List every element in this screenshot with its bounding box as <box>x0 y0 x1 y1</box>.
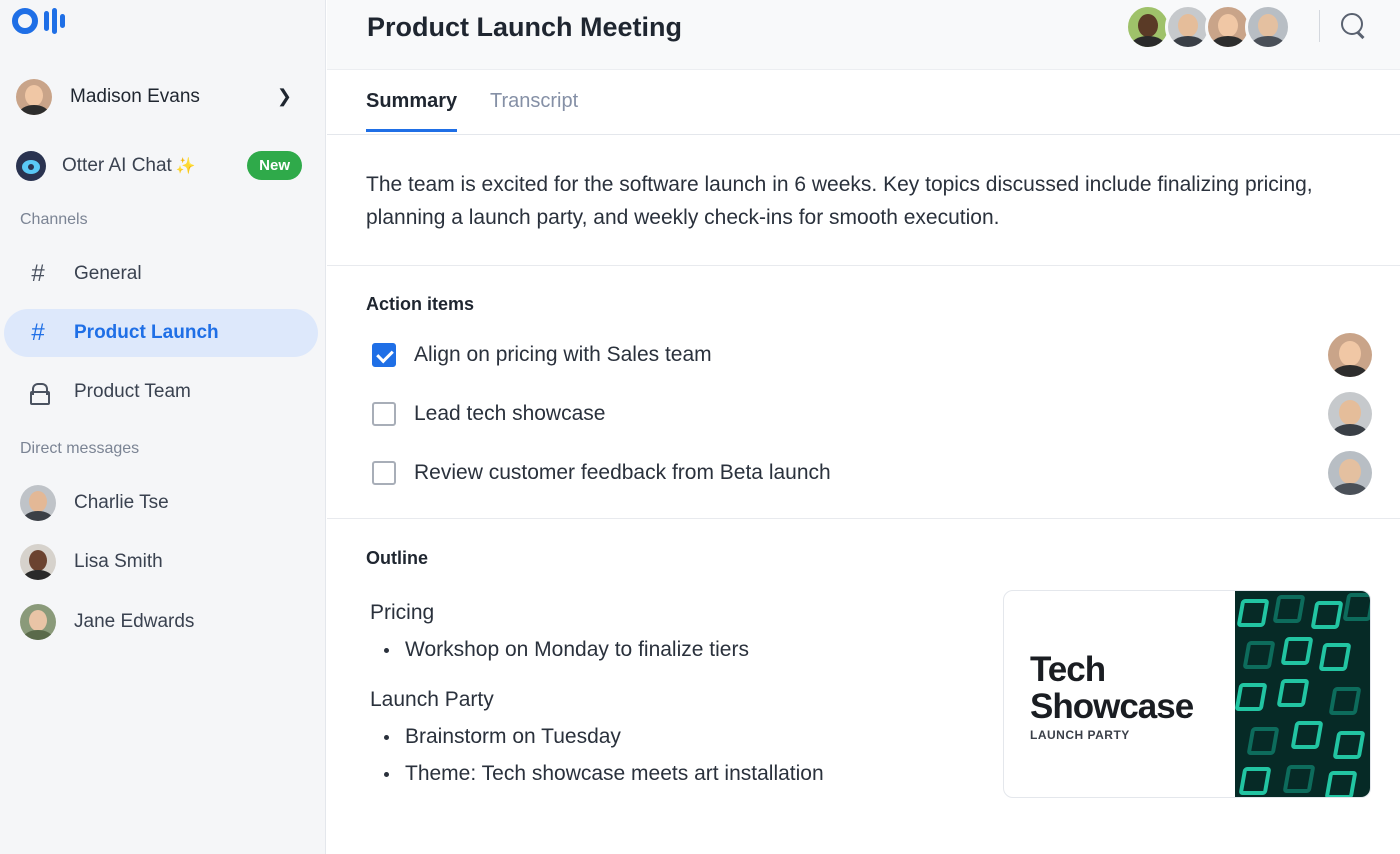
hash-icon: # <box>31 319 45 346</box>
participants[interactable] <box>1125 4 1291 50</box>
otter-logo-icon[interactable] <box>12 8 65 34</box>
tech-showcase-card[interactable]: Tech Showcase LAUNCH PARTY <box>1003 590 1371 798</box>
avatar <box>20 604 56 640</box>
dm-jane-edwards[interactable]: Jane Edwards <box>20 602 310 642</box>
outline-bullet: Brainstorm on Tuesday <box>384 725 621 749</box>
channel-general[interactable]: # General <box>4 250 318 298</box>
new-badge: New <box>247 151 302 180</box>
outline-heading: Launch Party <box>370 688 494 711</box>
tab-summary[interactable]: Summary <box>366 90 458 132</box>
otter-chat-label: Otter AI Chat <box>62 155 172 176</box>
user-profile[interactable]: Madison Evans ❯ <box>16 78 306 116</box>
outline-bullet-text: Theme: Tech showcase meets art installat… <box>405 762 824 785</box>
assignee-avatar[interactable] <box>1328 392 1372 436</box>
assignee-avatar[interactable] <box>1328 451 1372 495</box>
assignee-avatar[interactable] <box>1328 333 1372 377</box>
outline-bullet: Workshop on Monday to finalize tiers <box>384 638 749 662</box>
action-item: Align on pricing with Sales team <box>372 333 1372 377</box>
action-item: Review customer feedback from Beta launc… <box>372 451 1372 495</box>
channel-product-team[interactable]: Product Team <box>4 368 318 416</box>
dm-lisa-smith[interactable]: Lisa Smith <box>20 542 310 582</box>
action-item: Lead tech showcase <box>372 392 1372 436</box>
outline-heading: Pricing <box>370 601 435 624</box>
sparkle-icon: ✨ <box>175 158 196 175</box>
avatar <box>20 485 56 521</box>
card-subtitle: LAUNCH PARTY <box>1030 728 1130 742</box>
card-artwork <box>1235 591 1370 797</box>
tab-bar: Summary Transcript <box>327 70 1400 135</box>
checkbox[interactable] <box>372 461 396 485</box>
divider <box>1319 10 1320 42</box>
avatar <box>20 544 56 580</box>
user-name: Madison Evans <box>70 86 200 107</box>
summary-text: The team is excited for the software lau… <box>366 173 1313 229</box>
action-item-label: Review customer feedback from Beta launc… <box>414 461 831 484</box>
page-title: Product Launch Meeting <box>367 12 683 42</box>
outline-bullet: Theme: Tech showcase meets art installat… <box>384 762 824 786</box>
tab-transcript[interactable]: Transcript <box>490 90 578 129</box>
sidebar: Madison Evans ❯ Otter AI Chat ✨ New Chan… <box>0 0 326 854</box>
participant-avatar[interactable] <box>1245 4 1291 50</box>
otter-chat-icon <box>16 151 46 181</box>
channel-label: Product Launch <box>74 322 219 343</box>
channel-label: General <box>74 263 142 284</box>
dm-charlie-tse[interactable]: Charlie Tse <box>20 483 310 523</box>
chevron-right-icon[interactable]: ❯ <box>277 86 292 107</box>
user-avatar <box>16 79 52 115</box>
divider <box>327 265 1400 266</box>
otter-ai-chat[interactable]: Otter AI Chat ✨ New <box>16 148 306 184</box>
dm-label: Lisa Smith <box>74 551 163 572</box>
checkbox-checked[interactable] <box>372 343 396 367</box>
channel-product-launch[interactable]: # Product Launch <box>4 309 318 357</box>
card-title-line: Showcase <box>1030 687 1194 726</box>
outline-bullet-text: Workshop on Monday to finalize tiers <box>405 638 749 661</box>
divider <box>327 518 1400 519</box>
action-item-label: Lead tech showcase <box>414 402 606 425</box>
dm-label: Charlie Tse <box>74 492 169 513</box>
header: Product Launch Meeting <box>327 0 1400 70</box>
hash-icon: # <box>31 260 45 287</box>
card-title-line: Tech <box>1030 650 1106 689</box>
channels-section-label: Channels <box>20 211 88 228</box>
channel-label: Product Team <box>74 381 191 402</box>
dm-label: Jane Edwards <box>74 611 195 632</box>
outline-title: Outline <box>366 548 428 568</box>
outline-bullet-text: Brainstorm on Tuesday <box>405 725 621 748</box>
card-title: Tech Showcase <box>1030 650 1194 726</box>
search-icon[interactable] <box>1341 13 1367 39</box>
direct-messages-section-label: Direct messages <box>20 440 140 457</box>
lock-icon <box>30 383 50 405</box>
action-item-label: Align on pricing with Sales team <box>414 343 712 366</box>
action-items-title: Action items <box>366 294 475 314</box>
checkbox[interactable] <box>372 402 396 426</box>
